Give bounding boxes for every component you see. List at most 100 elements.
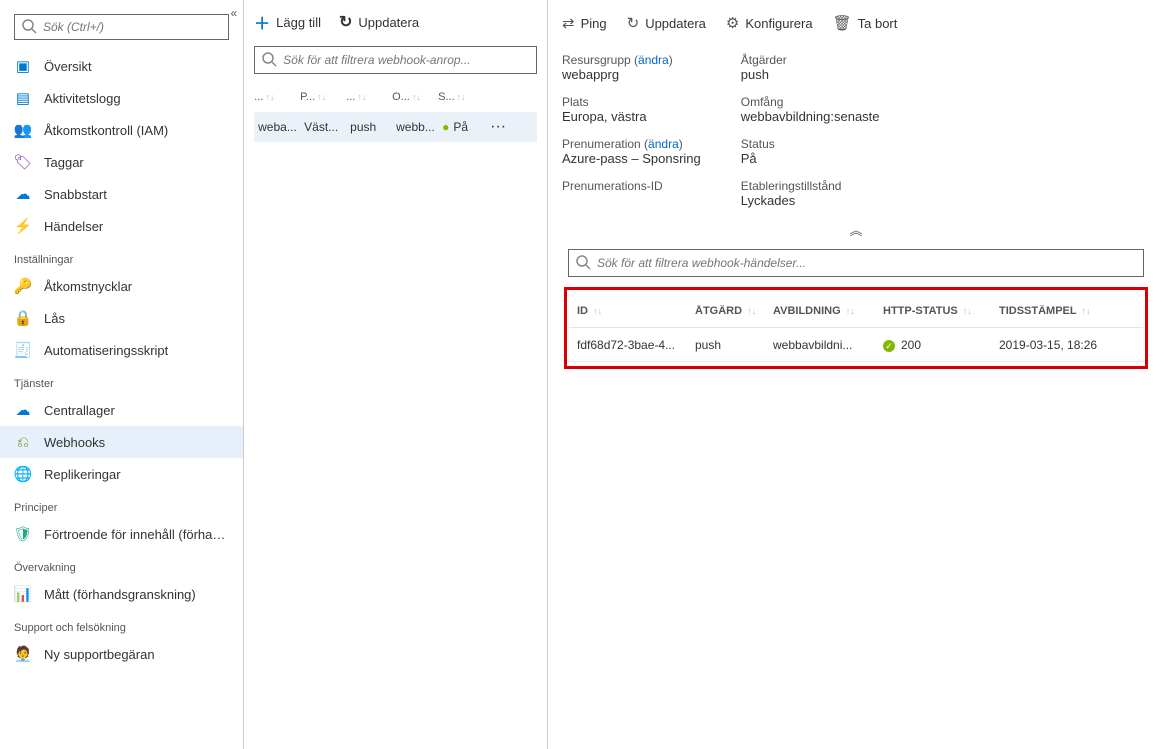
event-row[interactable]: fdf68d72-3bae-4... push webbavbildni... … xyxy=(569,328,1143,362)
nav-label: Förtroende för innehåll (förhand... xyxy=(44,527,229,542)
provisioning-label: Etableringstillstånd xyxy=(741,179,842,193)
webhooks-filter[interactable] xyxy=(254,46,537,74)
cell-status: ●På xyxy=(442,120,488,134)
webhooks-filter-input[interactable] xyxy=(283,53,530,67)
sidebar-item-replications[interactable]: 🌐 Replikeringar xyxy=(0,458,243,490)
event-action: push xyxy=(695,338,773,352)
webhooks-list-panel: ＋ Lägg till ↻ Uppdatera ...↑↓ P...↑↓ ...… xyxy=(244,0,548,749)
key-icon: 🔑 xyxy=(14,277,32,295)
sidebar-item-overview[interactable]: ▣ Översikt xyxy=(0,50,243,82)
people-icon: 👥 xyxy=(14,121,32,139)
provisioning-value: Lyckades xyxy=(741,193,795,208)
delete-label: Ta bort xyxy=(858,16,898,31)
props-right-column: Åtgärder push Omfång webbavbildning:sena… xyxy=(741,52,880,208)
trash-icon: 🗑 xyxy=(833,14,852,32)
refresh-button[interactable]: ↻ Uppdatera xyxy=(627,14,706,32)
webhook-row[interactable]: weba... Väst... push webb... ●På ··· xyxy=(254,112,537,142)
repo-icon: ☁ xyxy=(14,401,32,419)
sidebar-item-content-trust[interactable]: 🛡 Förtroende för innehåll (förhand... xyxy=(0,518,243,550)
col-http[interactable]: HTTP-STATUS ↑↓ xyxy=(883,305,999,317)
subscription-value[interactable]: Azure-pass – Sponsring xyxy=(562,151,701,166)
nav-label: Automatiseringsskript xyxy=(44,343,168,358)
col-4[interactable]: S...↑↓ xyxy=(438,91,484,103)
sidebar-item-automation-script[interactable]: 🧾 Automatiseringsskript xyxy=(0,334,243,366)
webhook-detail-panel: ⇄ Ping ↻ Uppdatera ⚙ Konfigurera 🗑 Ta bo… xyxy=(548,0,1164,749)
location-label: Plats xyxy=(562,95,589,109)
ping-icon: ⇄ xyxy=(562,14,575,32)
col-action[interactable]: ÅTGÄRD ↑↓ xyxy=(695,305,773,317)
row-more-button[interactable]: ··· xyxy=(488,118,508,136)
script-icon: 🧾 xyxy=(14,341,32,359)
refresh-label: Uppdatera xyxy=(358,15,419,30)
event-timestamp: 2019-03-15, 18:26 xyxy=(999,338,1135,352)
scope-label: Omfång xyxy=(741,95,784,109)
col-image[interactable]: AVBILDNING ↑↓ xyxy=(773,305,883,317)
plus-icon: ＋ xyxy=(254,10,270,34)
section-policies: Principer xyxy=(0,490,243,518)
search-icon xyxy=(21,18,37,37)
nav-label: Snabbstart xyxy=(44,187,107,202)
event-image: webbavbildni... xyxy=(773,338,883,352)
col-timestamp[interactable]: TIDSSTÄMPEL ↑↓ xyxy=(999,305,1135,317)
shield-icon: 🛡 xyxy=(14,525,32,543)
add-label: Lägg till xyxy=(276,15,321,30)
ping-label: Ping xyxy=(581,16,607,31)
col-id[interactable]: ID ↑↓ xyxy=(577,305,695,317)
cell-scope: webb... xyxy=(396,120,442,134)
refresh-button[interactable]: ↻ Uppdatera xyxy=(339,12,419,32)
sidebar-item-iam[interactable]: 👥 Åtkomstkontroll (IAM) xyxy=(0,114,243,146)
col-1[interactable]: P...↑↓ xyxy=(300,91,346,103)
status-value: På xyxy=(741,151,757,166)
events-filter-input[interactable] xyxy=(597,256,1137,270)
sidebar-item-events[interactable]: ⚡ Händelser xyxy=(0,210,243,242)
sidebar-item-metrics[interactable]: 📊 Mått (förhandsgranskning) xyxy=(0,578,243,610)
search-icon xyxy=(575,254,591,273)
delete-button[interactable]: 🗑 Ta bort xyxy=(833,14,898,32)
section-settings: Inställningar xyxy=(0,242,243,270)
refresh-icon: ↻ xyxy=(339,12,352,32)
support-icon: 🧑‍💼 xyxy=(14,645,32,663)
refresh-icon: ↻ xyxy=(627,14,640,32)
sidebar-item-activity-log[interactable]: ▤ Aktivitetslogg xyxy=(0,82,243,114)
configure-button[interactable]: ⚙ Konfigurera xyxy=(726,14,813,32)
check-icon: ● xyxy=(442,120,449,134)
col-2[interactable]: ...↑↓ xyxy=(346,91,392,103)
col-3[interactable]: O...↑↓ xyxy=(392,91,438,103)
refresh-label: Uppdatera xyxy=(645,16,706,31)
sidebar-item-access-keys[interactable]: 🔑 Åtkomstnycklar xyxy=(0,270,243,302)
sidebar-item-new-support-request[interactable]: 🧑‍💼 Ny supportbegäran xyxy=(0,638,243,670)
sidebar-item-quickstart[interactable]: ☁ Snabbstart xyxy=(0,178,243,210)
section-support: Support och felsökning xyxy=(0,610,243,638)
nav-label: Lås xyxy=(44,311,65,326)
change-link[interactable]: ändra xyxy=(638,53,669,67)
configure-label: Konfigurera xyxy=(745,16,812,31)
sidebar-item-webhooks[interactable]: ⎌ Webhooks xyxy=(0,426,243,458)
collapse-icon[interactable]: « xyxy=(230,6,237,20)
check-icon: ✓ xyxy=(883,340,895,352)
collapse-props-button[interactable]: ︽ xyxy=(562,214,1150,249)
sidebar-search[interactable] xyxy=(14,14,229,40)
status-label: Status xyxy=(741,137,775,151)
events-filter[interactable] xyxy=(568,249,1144,277)
sidebar-item-locks[interactable]: 🔒 Lås xyxy=(0,302,243,334)
col-0[interactable]: ...↑↓ xyxy=(254,91,300,103)
event-id: fdf68d72-3bae-4... xyxy=(577,338,695,352)
add-button[interactable]: ＋ Lägg till xyxy=(254,10,321,34)
location-value: Europa, västra xyxy=(562,109,647,124)
cell-name: weba... xyxy=(258,120,304,134)
scope-value: webbavbildning:senaste xyxy=(741,109,880,124)
change-link[interactable]: ändra xyxy=(648,137,679,151)
sidebar-item-tags[interactable]: 🏷 Taggar xyxy=(0,146,243,178)
nav-label: Åtkomstkontroll (IAM) xyxy=(44,123,168,138)
nav-label: Ny supportbegäran xyxy=(44,647,155,662)
sidebar-item-repositories[interactable]: ☁ Centrallager xyxy=(0,394,243,426)
left-sidebar: « ▣ Översikt ▤ Aktivitetslogg 👥 Åtkomstk… xyxy=(0,0,244,749)
sidebar-search-input[interactable] xyxy=(43,20,222,34)
cell-action: push xyxy=(350,120,396,134)
gear-icon: ⚙ xyxy=(726,14,739,32)
section-monitoring: Övervakning xyxy=(0,550,243,578)
resource-group-value[interactable]: webapprg xyxy=(562,67,619,82)
ping-button[interactable]: ⇄ Ping xyxy=(562,14,607,32)
actions-label: Åtgärder xyxy=(741,53,787,67)
nav-label: Replikeringar xyxy=(44,467,121,482)
